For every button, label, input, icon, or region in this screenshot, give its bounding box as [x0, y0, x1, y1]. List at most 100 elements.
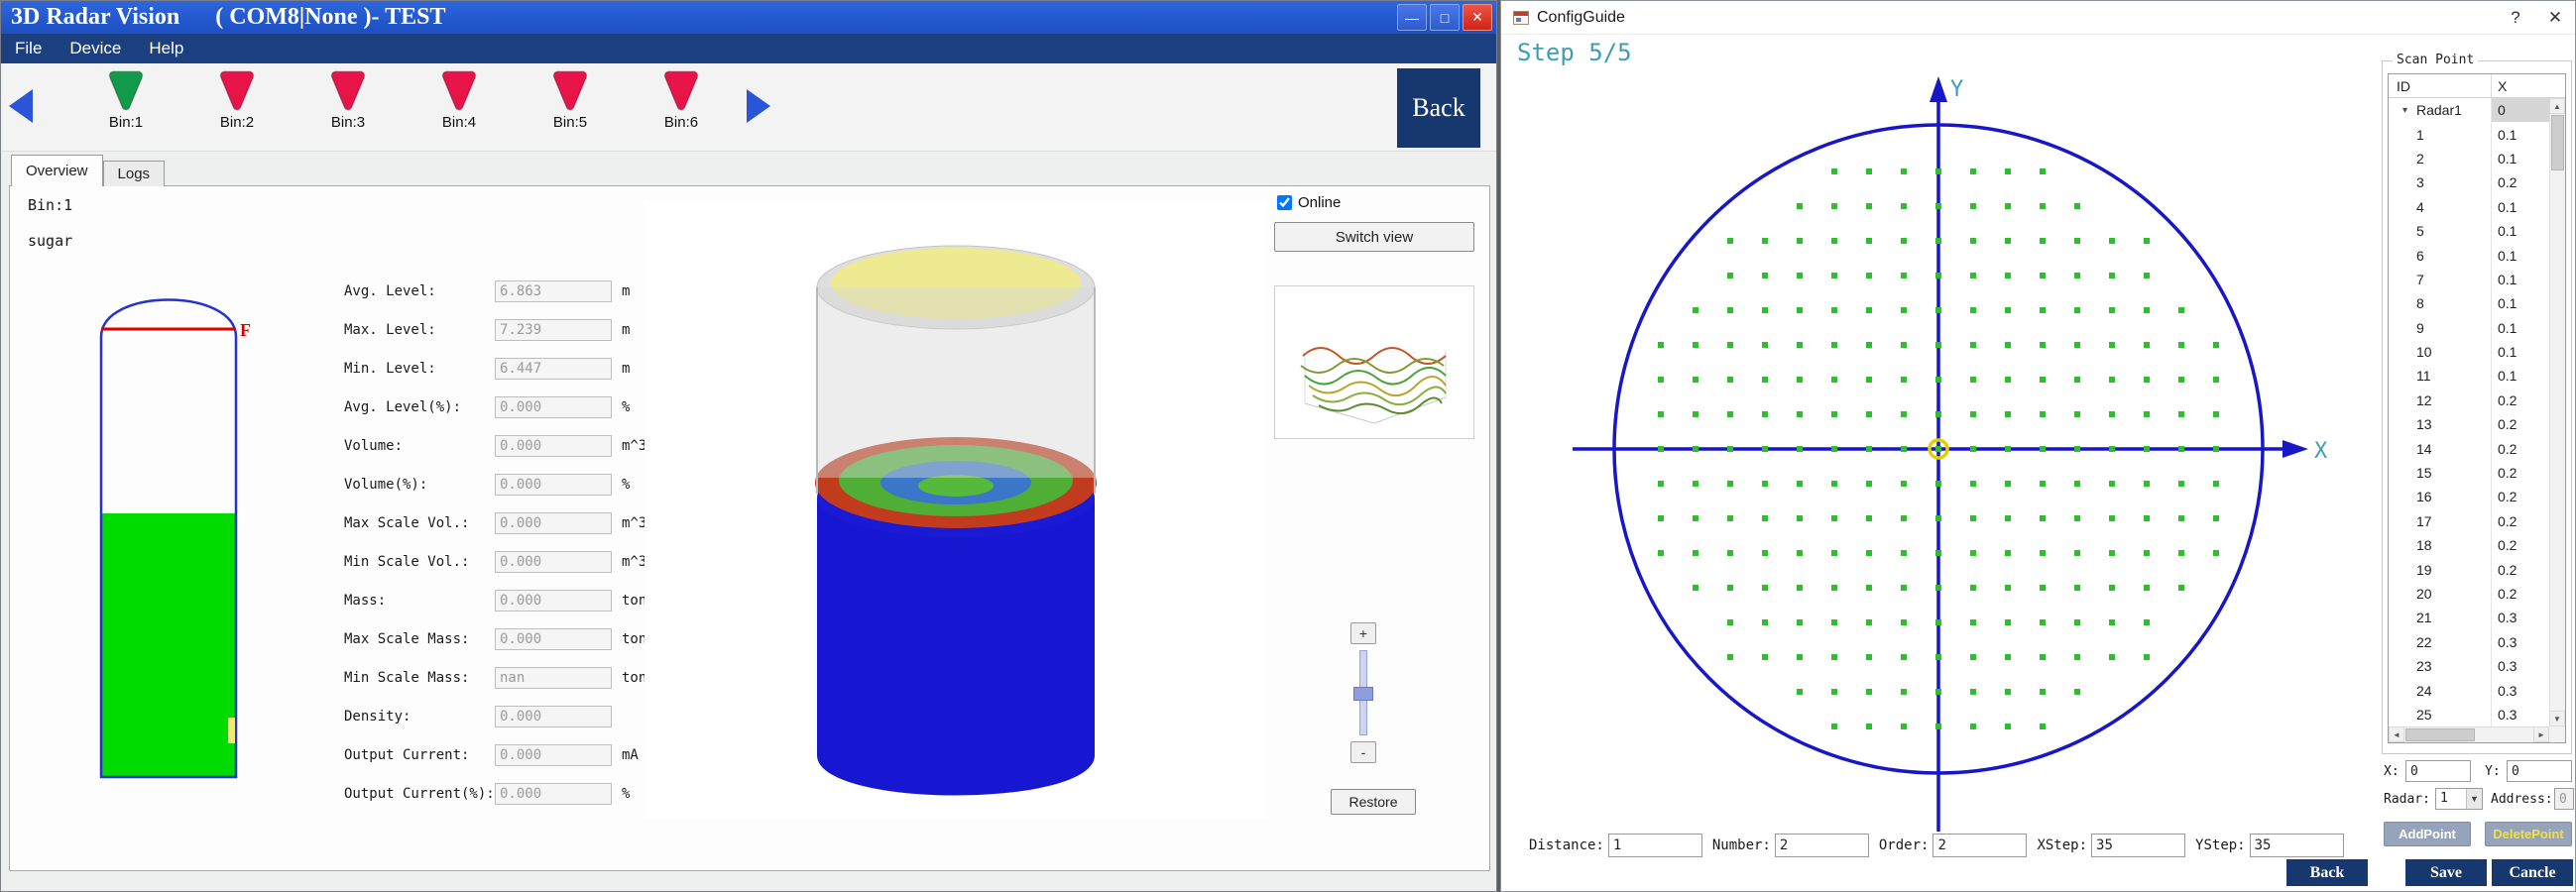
scroll-down-icon[interactable]: ▼ — [2549, 711, 2565, 726]
scan-point-row[interactable]: ▾Radar1 0 — [2389, 98, 2549, 122]
switch-view-button[interactable]: Switch view — [1274, 222, 1474, 252]
table-horizontal-scrollbar[interactable]: ◄ ► — [2389, 726, 2549, 742]
menu-item[interactable]: File — [1, 34, 56, 63]
param-input[interactable] — [2250, 834, 2344, 857]
bin-button[interactable]: Bin:1 — [70, 69, 181, 131]
param-input[interactable] — [2091, 834, 2185, 857]
scan-point-row[interactable]: 16 0.2 — [2389, 485, 2549, 508]
expand-icon[interactable]: ▾ — [2402, 105, 2416, 116]
add-point-button[interactable]: AddPoint — [2384, 822, 2471, 846]
scan-point-row[interactable]: 22 0.3 — [2389, 630, 2549, 654]
field-row: Min Scale Mass: ton — [344, 666, 646, 689]
menu-item[interactable]: Device — [56, 34, 135, 63]
radar-select[interactable]: 1 ▼ — [2435, 788, 2483, 810]
scan-point-row[interactable]: 4 0.1 — [2389, 195, 2549, 219]
maximize-button[interactable]: □ — [1430, 4, 1460, 31]
field-value-input[interactable] — [495, 435, 612, 457]
param-input[interactable] — [1608, 834, 1702, 857]
scan-point-row[interactable]: 9 0.1 — [2389, 316, 2549, 340]
horizontal-scroll-thumb[interactable] — [2405, 728, 2475, 741]
column-header-id[interactable]: ID — [2389, 74, 2492, 97]
field-value-input[interactable] — [495, 590, 612, 612]
scroll-up-icon[interactable]: ▲ — [2549, 98, 2565, 114]
scan-point-row[interactable]: 3 0.2 — [2389, 170, 2549, 194]
address-input[interactable] — [2554, 788, 2574, 810]
scan-point-row[interactable]: 10 0.1 — [2389, 340, 2549, 364]
param-input[interactable] — [1775, 834, 1869, 857]
scan-point-x: 0.1 — [2492, 122, 2549, 146]
field-value-input[interactable] — [495, 628, 612, 650]
scan-point-row[interactable]: 17 0.2 — [2389, 509, 2549, 533]
bin-button[interactable]: Bin:3 — [293, 69, 404, 131]
scan-point-row[interactable]: 8 0.1 — [2389, 291, 2549, 315]
field-row: Min Scale Vol.: m^3 — [344, 550, 646, 573]
scan-point-row[interactable]: 23 0.3 — [2389, 654, 2549, 678]
field-value-input[interactable] — [495, 396, 612, 418]
tab[interactable]: Logs — [103, 161, 166, 186]
scan-point-row[interactable]: 6 0.1 — [2389, 243, 2549, 267]
cancel-button[interactable]: Cancle — [2492, 859, 2573, 886]
close-button[interactable]: ✕ — [1463, 4, 1492, 31]
next-bin-arrow[interactable] — [747, 89, 770, 123]
minimize-button[interactable]: — — [1397, 4, 1427, 31]
titlebar[interactable]: 3D Radar Vision ( COM8|None )- TEST — □ … — [1, 1, 1496, 34]
scan-point-row[interactable]: 11 0.1 — [2389, 364, 2549, 388]
bin-button[interactable]: Bin:6 — [626, 69, 737, 131]
field-value-input[interactable] — [495, 280, 612, 302]
zoom-slider-thumb[interactable] — [1353, 687, 1373, 701]
scan-point-row[interactable]: 15 0.2 — [2389, 461, 2549, 485]
scan-point-row[interactable]: 1 0.1 — [2389, 122, 2549, 146]
field-value-input[interactable] — [495, 783, 612, 805]
back-button[interactable]: Back — [2286, 859, 2368, 886]
field-value-input[interactable] — [495, 512, 612, 534]
menu-item[interactable]: Help — [135, 34, 197, 63]
zoom-in-button[interactable]: + — [1350, 622, 1376, 644]
zoom-out-button[interactable]: - — [1350, 741, 1376, 763]
help-button[interactable]: ? — [2496, 1, 2535, 35]
field-value-input[interactable] — [495, 667, 612, 689]
y-coord-input[interactable] — [2507, 760, 2572, 782]
scan-point-row[interactable]: 13 0.2 — [2389, 412, 2549, 436]
scan-point-row[interactable]: 7 0.1 — [2389, 268, 2549, 291]
scan-point-row[interactable]: 18 0.2 — [2389, 533, 2549, 557]
scan-point-row[interactable]: 14 0.2 — [2389, 436, 2549, 460]
scan-point-x: 0.2 — [2492, 389, 2549, 412]
x-coord-input[interactable] — [2405, 760, 2471, 782]
restore-button[interactable]: Restore — [1331, 789, 1416, 815]
table-vertical-scrollbar[interactable]: ▲ ▼ — [2549, 98, 2565, 726]
param-input[interactable] — [1932, 834, 2027, 857]
scan-point-row[interactable]: 24 0.3 — [2389, 678, 2549, 702]
scan-point-row[interactable]: 19 0.2 — [2389, 557, 2549, 581]
field-value-input[interactable] — [495, 744, 612, 766]
delete-point-button[interactable]: DeletePoint — [2485, 822, 2572, 846]
prev-bin-arrow[interactable] — [9, 89, 33, 123]
tank-3d-view[interactable] — [644, 200, 1267, 819]
bin-button[interactable]: Bin:4 — [404, 69, 515, 131]
field-value-input[interactable] — [495, 319, 612, 341]
scan-point-row[interactable]: 21 0.3 — [2389, 606, 2549, 629]
configguide-titlebar[interactable]: ConfigGuide ? ✕ — [1501, 1, 2575, 35]
vertical-scroll-thumb[interactable] — [2551, 115, 2564, 170]
scan-point-row[interactable]: 2 0.1 — [2389, 147, 2549, 170]
scan-point-row[interactable]: 5 0.1 — [2389, 219, 2549, 243]
save-button[interactable]: Save — [2405, 859, 2487, 886]
column-header-x[interactable]: X — [2492, 74, 2565, 97]
configguide-close-button[interactable]: ✕ — [2535, 1, 2575, 35]
scan-point-row[interactable]: 25 0.3 — [2389, 703, 2549, 726]
bin-button[interactable]: Bin:2 — [181, 69, 293, 131]
field-value-input[interactable] — [495, 706, 612, 727]
param-label: Distance: — [1529, 837, 1604, 853]
tab[interactable]: Overview — [11, 155, 103, 186]
field-value-input[interactable] — [495, 474, 612, 496]
field-value-input[interactable] — [495, 551, 612, 573]
bin-button[interactable]: Bin:5 — [515, 69, 626, 131]
scan-point-row[interactable]: 20 0.2 — [2389, 582, 2549, 606]
scan-point-row[interactable]: 12 0.2 — [2389, 389, 2549, 412]
field-value-input[interactable] — [495, 358, 612, 380]
chevron-down-icon[interactable]: ▼ — [2466, 789, 2482, 809]
scan-point-x: 0.2 — [2492, 582, 2549, 606]
online-checkbox[interactable] — [1277, 195, 1292, 210]
back-button[interactable]: Back — [1397, 68, 1480, 148]
scroll-right-icon[interactable]: ► — [2533, 726, 2549, 742]
scroll-left-icon[interactable]: ◄ — [2389, 726, 2404, 742]
